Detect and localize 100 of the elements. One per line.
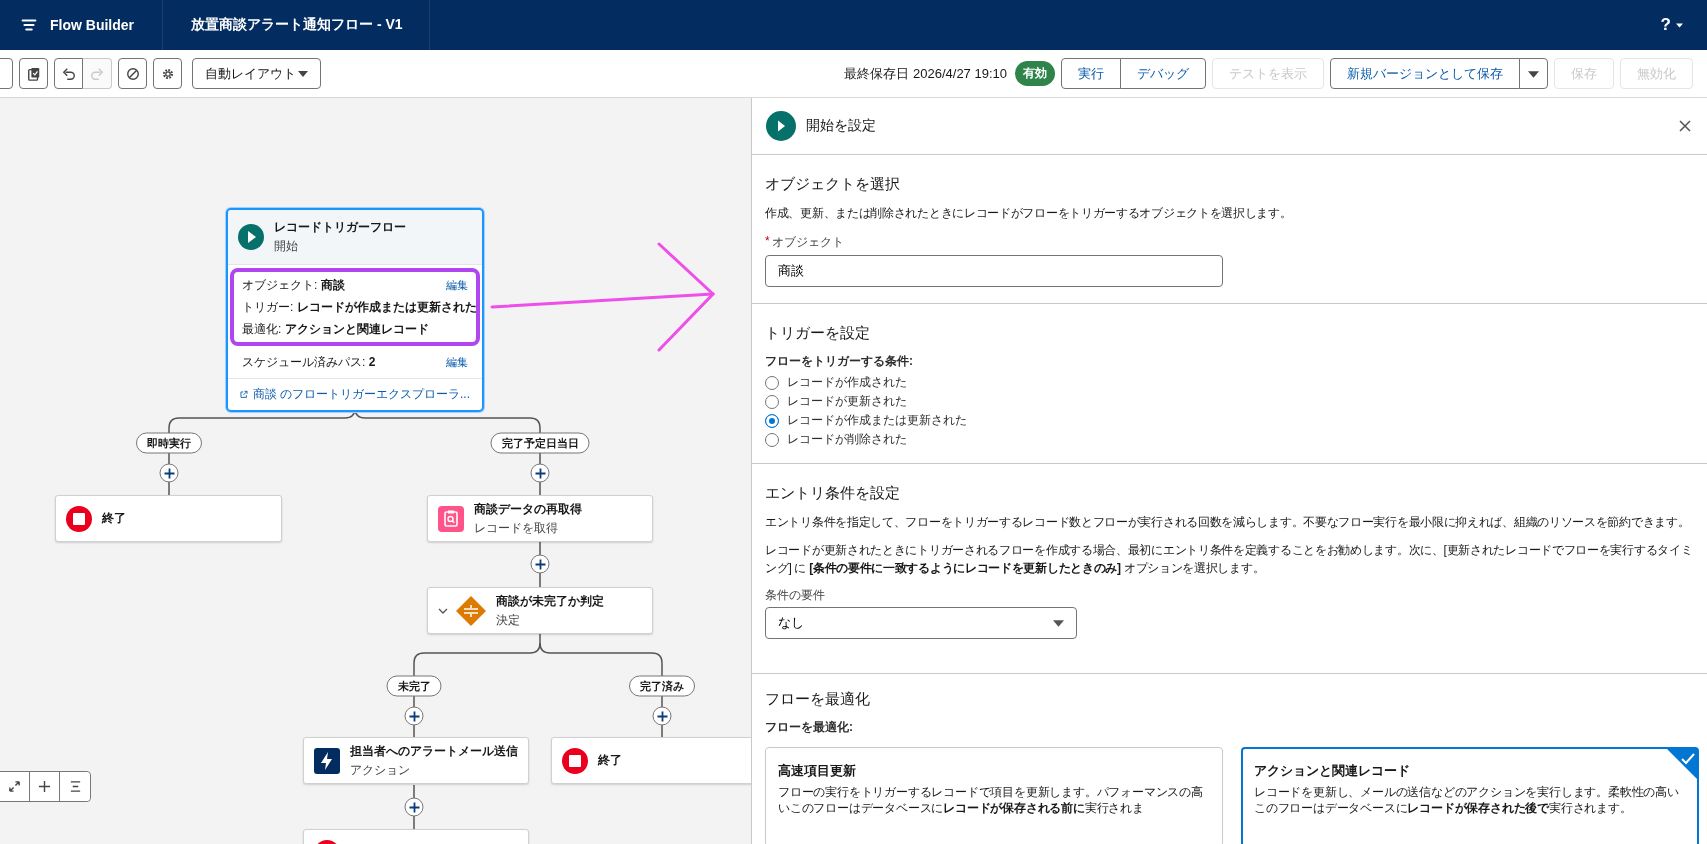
radio-option[interactable]: レコードが更新された [765, 392, 907, 411]
edit-link[interactable]: 編集 [446, 355, 468, 370]
plus-icon [38, 780, 51, 793]
flow-node[interactable]: 担当者へのアラートメール送信 アクション [303, 737, 529, 784]
chevron-down-icon[interactable] [438, 607, 448, 614]
node-detail: トリガー: レコードが作成または更新された [242, 299, 477, 316]
card-description: レコードを更新し、メールの送信などのアクションを実行します。柔軟性の高いこのフローはデータベースにレコードが保存された後で実行されます。 [1254, 785, 1680, 817]
section-heading: エントリ条件を設定 [765, 484, 900, 503]
flow-node[interactable]: 商談が未完了か判定 決定 [427, 587, 653, 634]
close-icon [1679, 120, 1691, 132]
radio-option[interactable]: レコードが削除された [765, 430, 907, 449]
external-link-icon [240, 389, 248, 400]
lightning-icon [314, 747, 340, 774]
caret-icon [298, 70, 308, 77]
branch-label: 即時実行 [136, 432, 202, 454]
node-title: 商談が未完了か判定 [496, 592, 604, 610]
blocked-icon [125, 66, 140, 81]
node-type: 決定 [496, 611, 521, 629]
radio-option[interactable]: レコードが作成または更新された [765, 411, 967, 430]
add-element-button[interactable] [404, 797, 424, 817]
clipboard-search-icon [438, 505, 464, 532]
toolbar-button[interactable]: 新規バージョンとして保存 [1330, 58, 1520, 89]
node-detail: オブジェクト: 商談 [242, 277, 345, 294]
caret-icon [1676, 22, 1683, 28]
plus-icon [656, 710, 668, 722]
radio-option[interactable]: レコードが作成された [765, 373, 907, 392]
node-detail: 最適化: アクションと関連レコード [242, 321, 429, 338]
dropdown-button[interactable] [1519, 58, 1548, 89]
question-label: フローをトリガーする条件: [765, 353, 913, 370]
section-heading: トリガーを設定 [765, 324, 870, 343]
settings-button[interactable] [153, 58, 182, 89]
section-heading: オブジェクトを選択 [765, 175, 900, 194]
flow-node[interactable]: 終了 [551, 737, 751, 784]
radio-button[interactable] [765, 375, 779, 390]
node-type: アクション [350, 761, 411, 779]
last-saved-text: 最終保存日 2026/4/27 19:10 [844, 64, 1007, 83]
app-name: Flow Builder [50, 17, 134, 33]
node-detail: スケジュール済みパス: 2 [242, 354, 376, 371]
node-title: 担当者へのアラートメール送信 [350, 742, 518, 760]
branch-label: 完了済み [629, 675, 695, 697]
add-element-button[interactable] [530, 554, 550, 574]
explorer-link[interactable]: 商談 のフロートリガーエクスプローラ... [240, 386, 470, 403]
caret-icon [1053, 619, 1064, 627]
close-button[interactable] [1677, 118, 1693, 134]
section-heading: フローを最適化 [765, 690, 870, 709]
settings-icon [160, 66, 175, 81]
card-title: アクションと関連レコード [1254, 762, 1411, 780]
section-description: 作成、更新、または削除されたときにレコードがフローをトリガーするオブジェクトを選択します。 [765, 205, 1292, 222]
card-title: 高速項目更新 [778, 762, 857, 780]
object-input-field[interactable]: 商談 [765, 255, 1223, 287]
plus-icon [534, 558, 546, 570]
status-badge: 有効 [1015, 61, 1055, 86]
section-description: レコードが更新されたときにトリガーされるフローを作成する場合、最初にエントリ条件を定義することをお勧めします。次に、[更新されたレコードでフローを実行するタイミング] に [条件の要件に一致するようにレコードを更新したときのみ] オプションを選択します。 [765, 542, 1694, 577]
expand-icon [8, 780, 21, 793]
flow-node[interactable]: 商談データの再取得 レコードを取得 [427, 495, 653, 542]
help-button[interactable]: ? [1654, 14, 1689, 36]
layout-dropdown[interactable]: 自動レイアウト [192, 58, 321, 89]
node-type: レコードを取得 [474, 519, 559, 537]
option-card[interactable]: アクションと関連レコード レコードを更新し、メールの送信などのアクションを実行します。柔軟性の高いこのフローはデータベースにレコードが保存された後で実行されます。 [1241, 747, 1699, 844]
plus-icon [163, 467, 175, 479]
required-marker: * [765, 234, 770, 250]
add-element-button[interactable] [159, 463, 179, 483]
option-card[interactable]: 高速項目更新 フローの実行をトリガーするレコードで項目を更新します。パフォーマンスの高いこのフローはデータベースにレコードが保存される前に実行されま [765, 747, 1223, 844]
flow-node[interactable]: 終了 [55, 495, 282, 542]
start-node[interactable]: レコードトリガーフロー 開始 オブジェクト: 商談 編集 トリガー: レコードが作成または更新された 最適化: アクションと関連レコード スケジュール済みパス: 2 編集 商談 のフロートリガーエクスプローラ... [226, 208, 484, 412]
undo-button[interactable] [54, 58, 83, 89]
radio-button[interactable] [765, 413, 779, 428]
condition-dropdown[interactable]: なし [765, 607, 1077, 639]
menu-icon [68, 780, 82, 793]
card-description: フローの実行をトリガーするレコードで項目を更新します。パフォーマンスの高いこのフローはデータベースにレコードが保存される前に実行されま [778, 785, 1204, 817]
plus-icon [534, 467, 546, 479]
decision-icon [456, 595, 486, 626]
branch-label: 完了予定日当日 [490, 432, 590, 454]
node-title: 終了 [102, 510, 126, 527]
toolbar-button[interactable]: 実行 [1061, 58, 1121, 89]
clipboard-icon [26, 66, 41, 81]
plus-icon [408, 710, 420, 722]
redo-icon [90, 66, 104, 81]
stop-icon [66, 505, 92, 532]
section-description: エントリ条件を指定して、フローをトリガーするレコード数とフローが実行される回数を減らします。不要なフロー実行を最小限に抑えれば、組織のリソースを節約できます。 [765, 514, 1690, 531]
flow-logo-icon [20, 16, 38, 34]
play-icon [766, 111, 796, 141]
add-element-button[interactable] [404, 706, 424, 726]
radio-button[interactable] [765, 394, 779, 409]
field-label: オブジェクト [771, 234, 844, 251]
radio-button[interactable] [765, 432, 779, 447]
add-element-button[interactable] [530, 463, 550, 483]
branch-label: 未完了 [386, 675, 442, 697]
toolbar-button[interactable]: デバッグ [1120, 58, 1206, 89]
edit-link[interactable]: 編集 [446, 278, 468, 293]
paste-button[interactable] [19, 58, 48, 89]
node-title: レコードトリガーフロー [274, 219, 406, 236]
plus-icon [408, 801, 420, 813]
caret-icon [1528, 71, 1539, 78]
add-element-button[interactable] [652, 706, 672, 726]
panel-title: 開始を設定 [806, 117, 876, 135]
node-title: 終了 [598, 752, 622, 769]
blocked-button[interactable] [118, 58, 147, 89]
question-label: フローを最適化: [765, 719, 853, 736]
node-type: 開始 [274, 238, 299, 255]
